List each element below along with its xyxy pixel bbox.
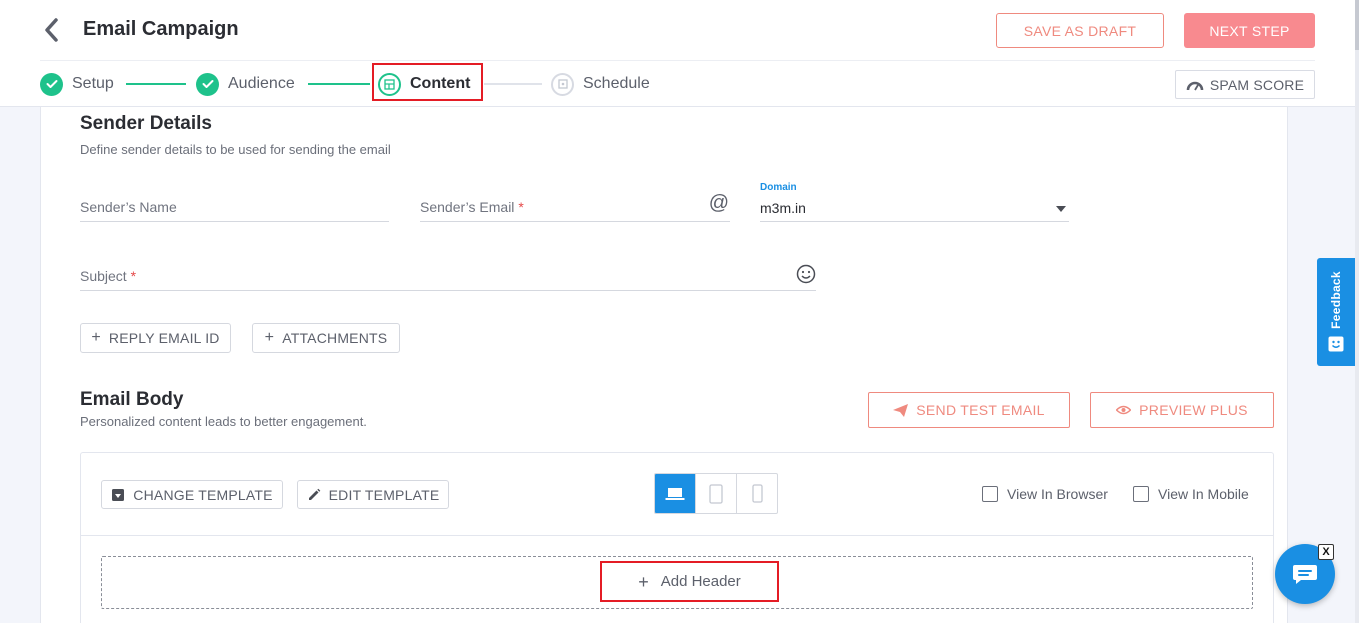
sender-details-subtitle: Define sender details to be used for sen…: [80, 142, 391, 157]
tablet-icon: [709, 483, 723, 504]
change-template-label: CHANGE TEMPLATE: [133, 486, 273, 503]
step-label: Schedule: [583, 75, 650, 92]
feedback-label-wrap: Feedback: [1322, 270, 1350, 330]
email-body-title: Email Body: [80, 389, 184, 410]
attachments-button[interactable]: + ATTACHMENTS: [252, 323, 400, 353]
send-test-label: SEND TEST EMAIL: [916, 402, 1045, 418]
paper-plane-icon: [893, 403, 909, 417]
edit-template-button[interactable]: EDIT TEMPLATE: [297, 480, 449, 509]
laptop-icon: [665, 487, 685, 500]
domain-value: m3m.in: [760, 200, 806, 216]
content-step-highlight: [372, 63, 483, 101]
tablet-view-button[interactable]: [696, 474, 737, 513]
sender-email-field[interactable]: Sender’s Email * @: [420, 192, 730, 222]
plus-icon: +: [638, 571, 649, 592]
chat-bubble-icon: [1293, 565, 1317, 584]
step-connector: [126, 83, 186, 85]
add-header-button[interactable]: + Add Header: [600, 561, 779, 602]
check-icon: [40, 72, 63, 96]
checkbox-box[interactable]: [982, 486, 998, 502]
view-in-mobile-label: View In Mobile: [1158, 486, 1249, 502]
sender-details-title: Sender Details: [80, 113, 212, 134]
add-header-label: Add Header: [660, 573, 741, 590]
step-connector: [308, 83, 370, 85]
reply-email-label: REPLY EMAIL ID: [108, 330, 220, 346]
at-icon: @: [708, 192, 729, 214]
mobile-view-button[interactable]: [737, 474, 777, 513]
page-title: Email Campaign: [83, 18, 239, 40]
step-setup[interactable]: Setup: [40, 72, 114, 96]
sender-name-field[interactable]: Sender’s Name: [80, 192, 389, 222]
caret-down-icon: [1056, 206, 1066, 212]
chat-close-button[interactable]: X: [1318, 544, 1334, 560]
subject-label: Subject: [80, 268, 127, 284]
step-connector: [484, 83, 542, 85]
scrollbar-track[interactable]: [1355, 0, 1359, 623]
editor-divider: [81, 535, 1273, 536]
sender-name-label: Sender’s Name: [80, 199, 177, 215]
schedule-icon: [551, 72, 574, 96]
step-audience[interactable]: Audience: [196, 72, 295, 96]
change-template-button[interactable]: CHANGE TEMPLATE: [101, 480, 283, 509]
preview-plus-label: PREVIEW PLUS: [1139, 402, 1248, 418]
step-label: Setup: [72, 75, 114, 92]
step-label: Audience: [228, 75, 295, 92]
device-toggle: [654, 473, 778, 514]
spam-score-label: SPAM SCORE: [1209, 76, 1305, 93]
email-body-subtitle: Personalized content leads to better eng…: [80, 414, 367, 429]
step-schedule[interactable]: Schedule: [551, 72, 650, 96]
preview-plus-button[interactable]: PREVIEW PLUS: [1090, 392, 1274, 428]
template-icon: [112, 488, 125, 501]
checkbox-box[interactable]: [1133, 486, 1149, 502]
feedback-label: Feedback: [1329, 271, 1344, 329]
gauge-icon: [1186, 81, 1204, 90]
required-mark: *: [518, 199, 524, 215]
mobile-icon: [751, 484, 763, 503]
required-mark: *: [130, 268, 137, 284]
view-in-browser-checkbox[interactable]: View In Browser: [982, 485, 1108, 503]
check-icon: [196, 72, 219, 96]
subject-field[interactable]: Subject *: [80, 261, 816, 291]
pencil-icon: [308, 488, 320, 500]
eye-icon: [1116, 405, 1132, 415]
scrollbar-thumb[interactable]: [1355, 0, 1359, 50]
plus-icon: +: [264, 329, 275, 346]
back-arrow-icon[interactable]: [40, 16, 64, 44]
edit-template-label: EDIT TEMPLATE: [328, 486, 440, 503]
emoji-icon[interactable]: [796, 264, 816, 284]
spam-score-button[interactable]: SPAM SCORE: [1175, 70, 1315, 99]
next-step-button[interactable]: NEXT STEP: [1184, 13, 1315, 48]
domain-select[interactable]: m3m.in: [760, 192, 1069, 222]
view-in-browser-label: View In Browser: [1007, 486, 1108, 502]
sender-email-label: Sender’s Email: [420, 199, 515, 215]
reply-email-id-button[interactable]: + REPLY EMAIL ID: [80, 323, 231, 353]
save-as-draft-button[interactable]: SAVE AS DRAFT: [996, 13, 1164, 48]
header-divider: [40, 60, 1315, 61]
view-in-mobile-checkbox[interactable]: View In Mobile: [1133, 485, 1249, 503]
smiley-icon: [1328, 336, 1344, 352]
send-test-email-button[interactable]: SEND TEST EMAIL: [868, 392, 1070, 428]
attachments-label: ATTACHMENTS: [282, 330, 388, 346]
desktop-view-button[interactable]: [655, 474, 696, 513]
plus-icon: +: [91, 329, 101, 346]
